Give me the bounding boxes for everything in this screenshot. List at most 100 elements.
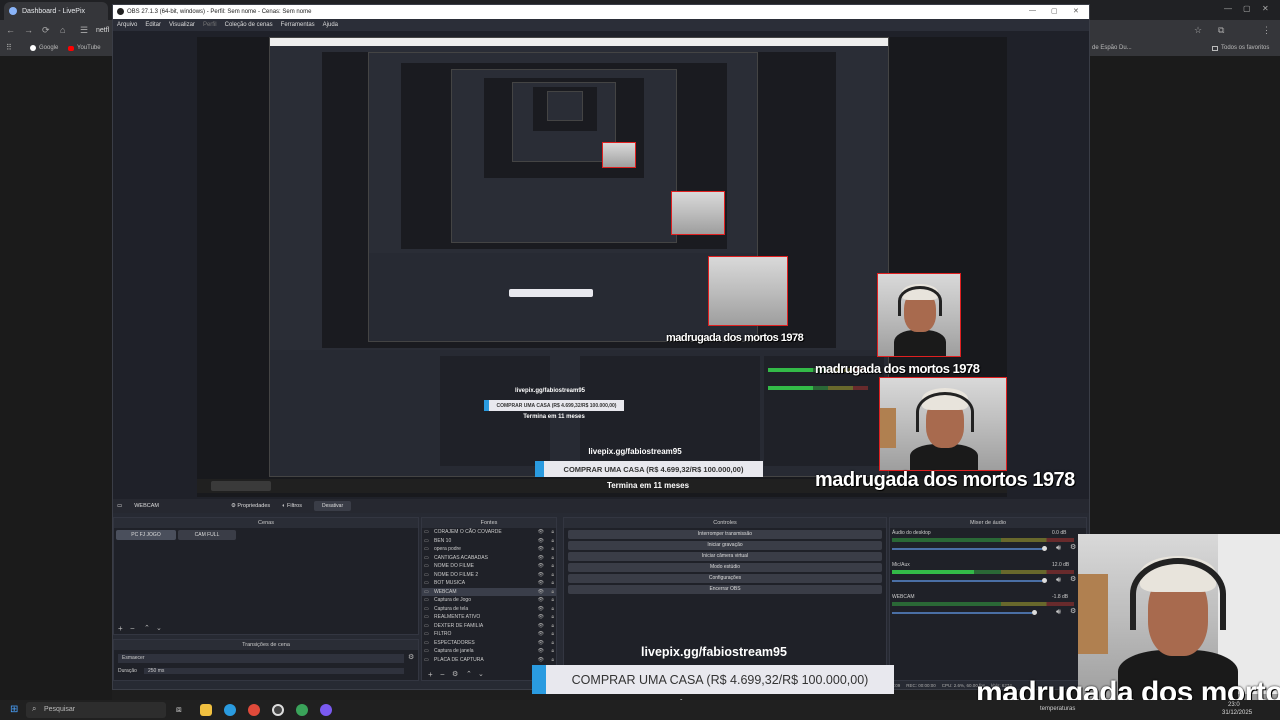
source-gear-icon[interactable]: ⚙ [452, 670, 458, 678]
source-remove-icon[interactable]: − [440, 670, 445, 679]
all-bookmarks[interactable]: Todos os favoritos [1212, 45, 1269, 51]
eye-icon[interactable]: 👁︎ [538, 528, 544, 537]
source-item[interactable]: ▭ DEXTER DE FAMILIA 👁︎ 🔒︎ [422, 622, 556, 631]
menu-editar[interactable]: Editar [145, 22, 161, 28]
eye-icon[interactable]: 👁︎ [538, 537, 544, 546]
obs-preview[interactable]: madrugada dos mortos 1978 livepix.gg/fab… [113, 31, 1089, 499]
eye-icon[interactable]: 👁︎ [538, 630, 544, 639]
source-item[interactable]: ▭ WEBCAM 👁︎ 🔒︎ [422, 587, 556, 597]
lock-icon[interactable]: 🔒︎ [551, 579, 554, 588]
lock-icon[interactable]: 🔒︎ [551, 537, 554, 546]
source-item[interactable]: ▭ ESPECTADORES 👁︎ 🔒︎ [422, 639, 556, 648]
reload-icon[interactable]: ⟳ [42, 25, 50, 36]
scene-pc-fj-jogo[interactable]: PC FJ JOGO [116, 530, 176, 540]
messenger-icon[interactable] [320, 704, 332, 716]
lock-icon[interactable]: 🔒︎ [551, 622, 554, 631]
back-icon[interactable]: ← [6, 25, 15, 35]
site-info-icon[interactable]: ☰ [80, 25, 88, 36]
scene-add-icon[interactable]: + [118, 624, 123, 633]
eye-icon[interactable]: 👁︎ [538, 545, 544, 554]
clock-date[interactable]: 31/12/2025 [1222, 710, 1252, 716]
lock-icon[interactable]: 🔒︎ [551, 630, 554, 639]
eye-icon[interactable]: 👁︎ [538, 613, 544, 622]
address-bar[interactable]: netfl [96, 27, 109, 34]
extensions-icon[interactable]: ⧉ [1218, 25, 1224, 36]
speaker-icon[interactable]: 🔊︎ [1056, 575, 1061, 585]
menu-perfil[interactable]: Perfil [203, 22, 217, 28]
obs-minimize-icon[interactable]: — [1029, 7, 1036, 14]
lock-icon[interactable]: 🔒︎ [551, 605, 554, 614]
bookmark-espao[interactable]: de Espão Du... [1092, 45, 1132, 51]
properties-button[interactable]: ⚙ Propriedades [231, 503, 270, 509]
eye-icon[interactable]: 👁︎ [538, 622, 544, 631]
source-item[interactable]: ▭ REALMENTE ATIVO 👁︎ 🔒︎ [422, 613, 556, 622]
obs-close-icon[interactable]: ✕ [1073, 7, 1079, 15]
browser-tab[interactable]: Dashboard - LivePix [4, 2, 108, 20]
duration-input[interactable]: 250 ms [144, 668, 404, 674]
bookmark-google[interactable]: Google [30, 45, 58, 51]
edge-icon[interactable] [224, 704, 236, 716]
preview-webcam-selected[interactable] [879, 377, 1007, 471]
lock-icon[interactable]: 🔒︎ [551, 656, 554, 665]
lock-icon[interactable]: 🔒︎ [551, 562, 554, 571]
source-item[interactable]: ▭ Captura de janela 👁︎ 🔒︎ [422, 647, 556, 656]
chrome-profile-icon[interactable] [296, 704, 308, 716]
volume-knob[interactable] [1032, 610, 1037, 615]
lock-icon[interactable]: 🔒︎ [551, 571, 554, 580]
obs-taskbar-icon[interactable] [272, 704, 284, 716]
channel-gear-icon[interactable]: ⚙ [1070, 575, 1076, 583]
bookmark-youtube[interactable]: YouTube [68, 45, 101, 51]
disable-button[interactable]: Desativar [313, 501, 352, 511]
menu-ferramentas[interactable]: Ferramentas [281, 22, 315, 28]
source-item[interactable]: ▭ FILTRO 👁︎ 🔒︎ [422, 630, 556, 639]
eye-icon[interactable]: 👁︎ [538, 588, 544, 597]
lock-icon[interactable]: 🔒︎ [551, 647, 554, 656]
eye-icon[interactable]: 👁︎ [538, 647, 544, 656]
eye-icon[interactable]: 👁︎ [538, 562, 544, 571]
menu-arquivo[interactable]: Arquivo [117, 22, 137, 28]
channel-volume-slider[interactable] [892, 580, 1042, 582]
eye-icon[interactable]: 👁︎ [538, 554, 544, 563]
channel-volume-slider[interactable] [892, 612, 1032, 614]
volume-knob[interactable] [1042, 578, 1047, 583]
scene-up-icon[interactable]: ⌃ [144, 624, 150, 632]
source-item[interactable]: ▭ BEN 10 👁︎ 🔒︎ [422, 537, 556, 546]
filters-button[interactable]: ◐ Filtros [282, 503, 302, 509]
source-item[interactable]: ▭ NOME DO FILME 👁︎ 🔒︎ [422, 562, 556, 571]
source-item[interactable]: ▭ CANTIGAS ACABADAS 👁︎ 🔒︎ [422, 554, 556, 563]
source-item[interactable]: ▭ Captura de Jogo 👁︎ 🔒︎ [422, 596, 556, 605]
scene-down-icon[interactable]: ⌄ [156, 624, 162, 632]
star-icon[interactable]: ☆ [1194, 25, 1202, 36]
menu-ajuda[interactable]: Ajuda [323, 22, 338, 28]
eye-icon[interactable]: 👁︎ [538, 656, 544, 665]
lock-icon[interactable]: 🔒︎ [551, 596, 554, 605]
menu-visualizar[interactable]: Visualizar [169, 22, 195, 28]
eye-icon[interactable]: 👁︎ [538, 639, 544, 648]
eye-icon[interactable]: 👁︎ [538, 605, 544, 614]
obs-maximize-icon[interactable]: ▢ [1051, 7, 1058, 15]
home-icon[interactable]: ⌂ [60, 25, 65, 35]
studio-mode-button[interactable]: Modo estúdio [568, 563, 882, 572]
source-up-icon[interactable]: ⌃ [466, 670, 472, 678]
maximize-icon[interactable]: ▢ [1243, 4, 1251, 13]
source-down-icon[interactable]: ⌄ [478, 670, 484, 678]
menu-icon[interactable]: ⋮ [1262, 25, 1271, 36]
eye-icon[interactable]: 👁︎ [538, 579, 544, 588]
clock-time[interactable]: 23:0 [1228, 702, 1240, 708]
channel-gear-icon[interactable]: ⚙ [1070, 607, 1076, 615]
lock-icon[interactable]: 🔒︎ [551, 528, 554, 537]
apps-icon[interactable]: ⠿ [6, 43, 12, 52]
source-item[interactable]: ▭ opera podre 👁︎ 🔒︎ [422, 545, 556, 554]
settings-button[interactable]: Configurações [568, 574, 882, 583]
volume-knob[interactable] [1042, 546, 1047, 551]
scene-remove-icon[interactable]: − [130, 624, 135, 633]
source-item[interactable]: ▭ PLACA DE CAPTURA 👁︎ 🔒︎ [422, 656, 556, 665]
virtual-camera-button[interactable]: Iniciar câmera virtual [568, 552, 882, 561]
lock-icon[interactable]: 🔒︎ [551, 545, 554, 554]
stop-stream-button[interactable]: Interromper transmissão [568, 530, 882, 539]
chrome-icon[interactable] [248, 704, 260, 716]
exit-obs-button[interactable]: Encerrar OBS [568, 585, 882, 594]
source-add-icon[interactable]: + [428, 670, 433, 679]
speaker-icon[interactable]: 🔊︎ [1056, 607, 1061, 617]
source-item[interactable]: ▭ Captura de tela 👁︎ 🔒︎ [422, 605, 556, 614]
